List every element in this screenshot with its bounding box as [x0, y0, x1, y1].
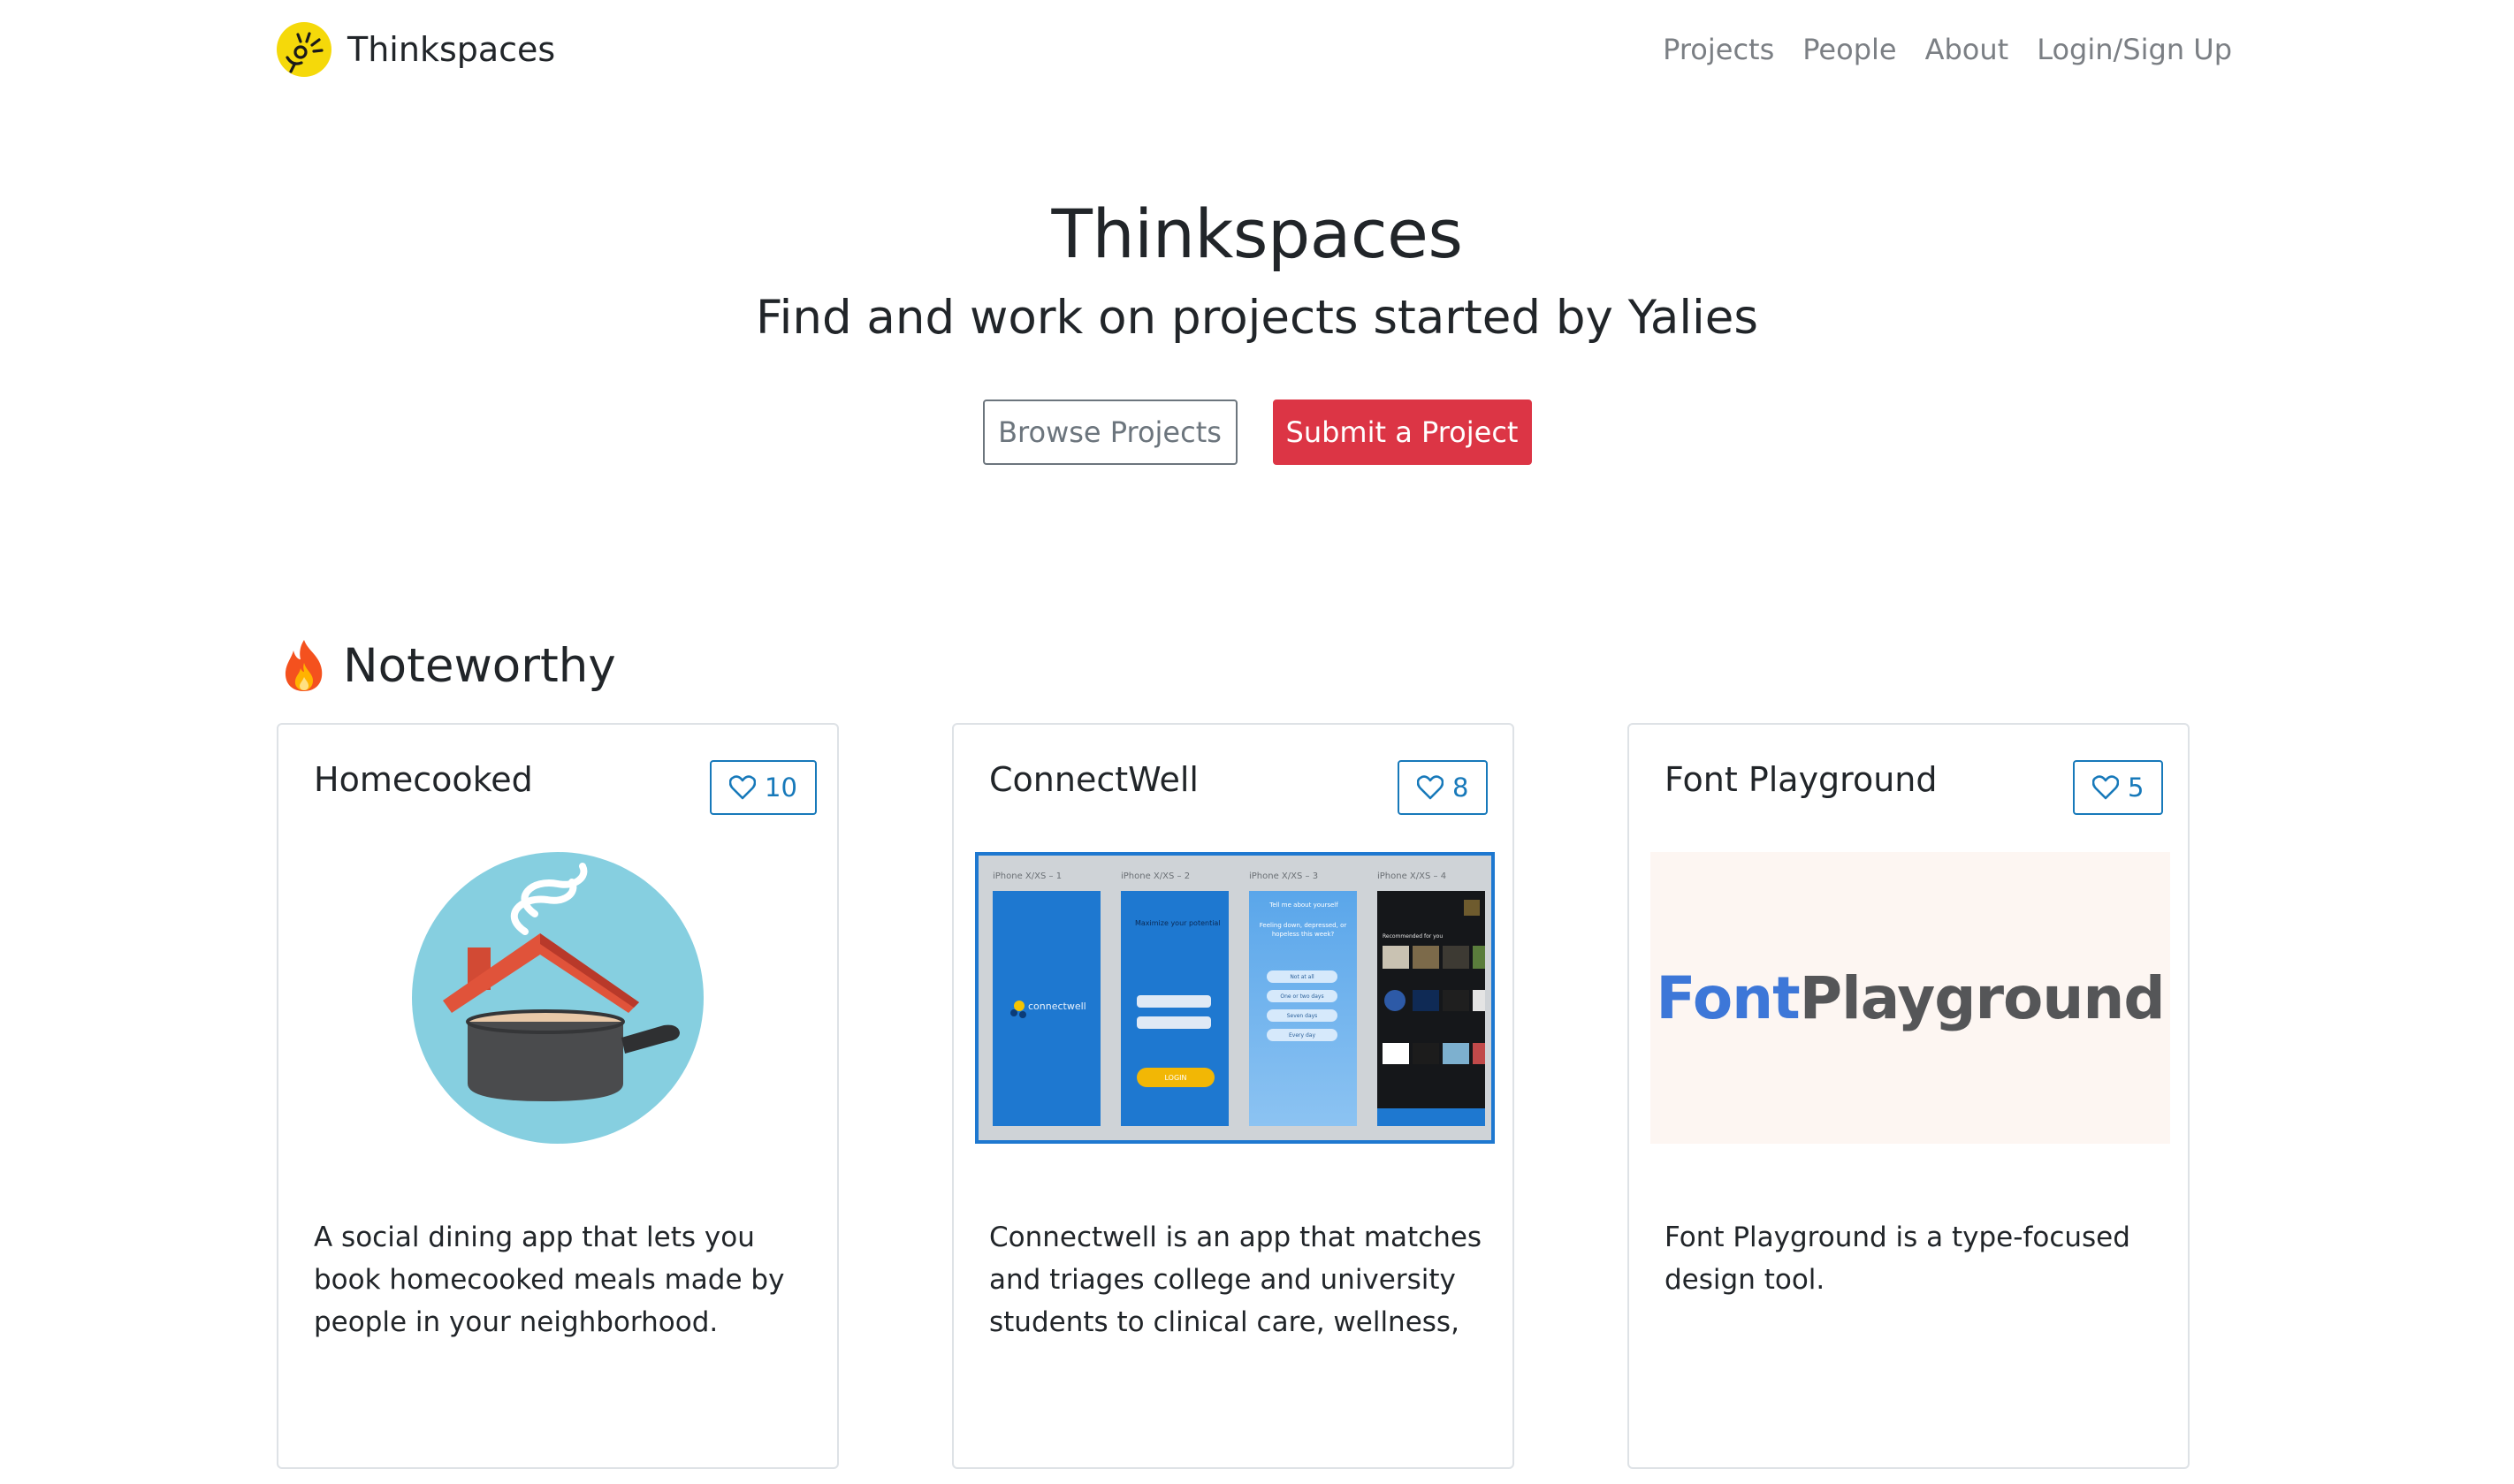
quiz-heading: Tell me about yourself: [1269, 902, 1338, 909]
navbar: Thinkspaces Projects People About Login/…: [277, 21, 2232, 78]
section-title-text: Noteworthy: [343, 638, 616, 693]
project-card-connectwell[interactable]: ConnectWell 8 iPhone X/XS – 1 iPhone X/X…: [952, 723, 1514, 1469]
hero: Thinkspaces Find and work on projects st…: [0, 186, 2514, 465]
brand-link[interactable]: Thinkspaces: [277, 21, 555, 78]
submit-project-button[interactable]: Submit a Project: [1272, 400, 1532, 465]
project-card-homecooked[interactable]: Homecooked 10 A social dining app that l…: [277, 723, 839, 1469]
card-description: A social dining app that lets you book h…: [314, 1221, 785, 1338]
browse-projects-button[interactable]: Browse Projects: [982, 400, 1238, 465]
feed-heading: Recommended for you: [1383, 933, 1444, 940]
nav-projects[interactable]: Projects: [1663, 33, 1774, 66]
like-button[interactable]: 8: [1398, 760, 1489, 815]
nav-people[interactable]: People: [1802, 33, 1896, 66]
heart-icon: [1417, 775, 1444, 800]
screen-label: iPhone X/XS – 1: [993, 871, 1063, 881]
like-count: 5: [2128, 772, 2145, 803]
heart-icon: [2092, 775, 2119, 800]
quiz-question: Feeling down, depressed, or hopeless thi…: [1259, 922, 1347, 938]
nav-about[interactable]: About: [1925, 33, 2009, 66]
page: Thinkspaces Projects People About Login/…: [0, 0, 2514, 1484]
card-description: Font Playground is a type-focused design…: [1665, 1221, 2130, 1296]
nav-login-signup[interactable]: Login/Sign Up: [2037, 33, 2232, 66]
hero-buttons: Browse Projects Submit a Project: [0, 400, 2514, 465]
screen-label: iPhone X/XS – 2: [1121, 871, 1191, 881]
like-count: 8: [1452, 772, 1469, 803]
hero-title: Thinkspaces: [1051, 194, 1463, 273]
card-title: Font Playground: [1665, 760, 1938, 799]
card-title: Homecooked: [314, 760, 533, 799]
card-title: ConnectWell: [989, 760, 1199, 799]
connectwell-screenshots: iPhone X/XS – 1 iPhone X/XS – 2 iPhone X…: [975, 852, 1495, 1144]
screen-label: iPhone X/XS – 3: [1249, 871, 1319, 881]
login-heading: Maximize your potential: [1135, 919, 1221, 927]
phone-screen-splash: connectwell: [993, 891, 1101, 1126]
thinkspaces-logo-icon: [277, 22, 331, 77]
heart-icon: [729, 775, 756, 800]
connectwell-logo-text: connectwell: [1028, 1001, 1086, 1012]
like-button[interactable]: 5: [2073, 760, 2164, 815]
hero-subtitle: Find and work on projects started by Yal…: [756, 291, 1758, 345]
project-card-font-playground[interactable]: Font Playground 5 FontPlayground Font Pl…: [1627, 723, 2190, 1469]
quiz-option: One or two days: [1267, 990, 1337, 1002]
fire-icon: [285, 640, 323, 691]
screen-label: iPhone X/XS – 4: [1377, 871, 1447, 881]
login-button-preview: LOGIN: [1137, 1068, 1215, 1087]
nav-links: Projects People About Login/Sign Up: [1634, 21, 2232, 78]
like-button[interactable]: 10: [710, 760, 817, 815]
phone-screen-feed: Recommended for you: [1377, 891, 1485, 1126]
brand-name: Thinkspaces: [347, 30, 556, 69]
section-title-noteworthy: Noteworthy: [281, 638, 616, 693]
card-description: Connectwell is an app that matches and t…: [989, 1221, 1482, 1338]
homecooked-logo-icon: [412, 852, 704, 1144]
project-image-homecooked: [300, 852, 819, 1144]
font-playground-logo: FontPlayground: [1656, 963, 2165, 1032]
quiz-option: Every day: [1267, 1029, 1337, 1041]
project-image-connectwell: iPhone X/XS – 1 iPhone X/XS – 2 iPhone X…: [975, 852, 1495, 1144]
project-image-font-playground: FontPlayground: [1650, 852, 2170, 1144]
phone-screen-quiz: Tell me about yourself Feeling down, dep…: [1249, 891, 1357, 1126]
quiz-option: Seven days: [1267, 1009, 1337, 1022]
phone-screen-login: Maximize your potential LOGIN: [1121, 891, 1229, 1126]
quiz-option: Not at all: [1267, 970, 1337, 983]
like-count: 10: [765, 772, 797, 803]
